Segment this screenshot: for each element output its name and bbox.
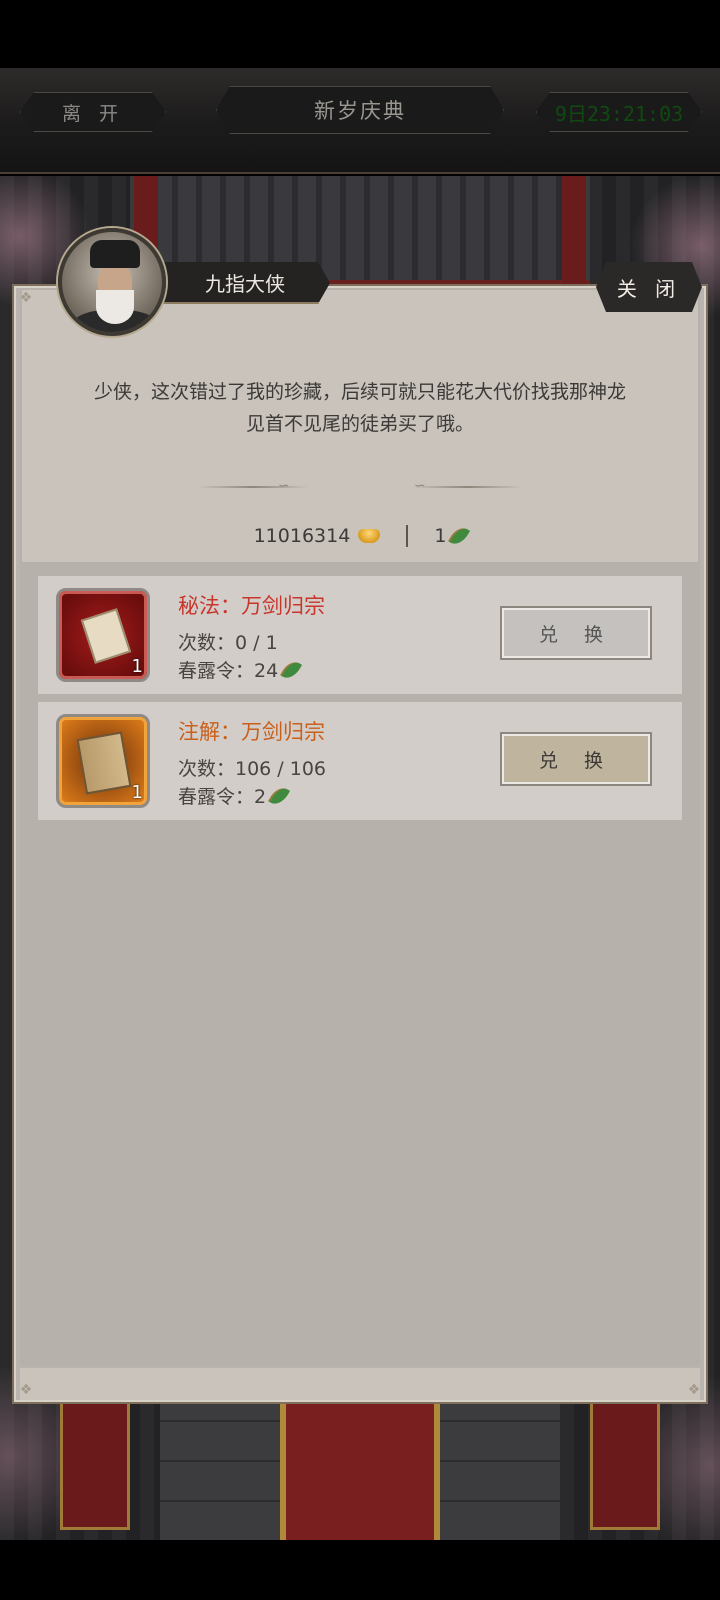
leaf-token-icon <box>280 657 303 682</box>
old-book-icon[interactable]: 1 <box>56 714 150 808</box>
navigation-bar-area <box>0 1540 720 1600</box>
pillar-decoration <box>562 176 586 286</box>
item-quantity: 1 <box>131 782 143 803</box>
dialog-line: 少侠，这次错过了我的珍藏，后续可就只能花大代价找我那神龙 <box>93 381 626 403</box>
item-cost: 春露令：2 <box>178 782 291 809</box>
dialog-line: 见首不见尾的徒弟买了哦。 <box>245 413 474 435</box>
leaf-token-icon <box>448 523 471 549</box>
panel-footer <box>20 1368 700 1400</box>
gold-amount: 11016314 <box>253 525 351 547</box>
divider-right <box>412 486 522 488</box>
door-decoration <box>60 1380 130 1530</box>
exchange-count: 次数：106 / 106 <box>178 758 327 780</box>
npc-portrait-avatar <box>58 228 166 336</box>
npc-name: 九指大侠 <box>160 262 330 304</box>
leaf-token-icon <box>268 783 291 808</box>
list-item: 1 注解：万剑归宗 次数：106 / 106 春露令：2 兑 换 <box>38 702 682 820</box>
floor-decoration <box>440 1380 560 1540</box>
exchange-button[interactable]: 兑 换 <box>500 732 652 786</box>
gold-ingot-icon <box>358 529 381 543</box>
corner-ornament-icon: ❖ <box>687 1382 701 1398</box>
cost-text: 春露令：24 <box>178 660 279 682</box>
item-quantity: 1 <box>131 656 143 677</box>
door-decoration <box>590 1380 660 1530</box>
close-button[interactable]: 关 闭 <box>596 262 702 312</box>
status-bar-area <box>0 0 720 68</box>
corner-ornament-icon: ❖ <box>19 290 33 306</box>
token-amount: 1 <box>434 525 447 547</box>
leave-button[interactable]: 离 开 <box>20 92 166 132</box>
countdown-timer: 9日23:21:03 <box>536 92 702 132</box>
carpet-decoration <box>280 1380 440 1540</box>
currency-separator <box>406 525 409 547</box>
item-cost: 春露令：24 <box>178 656 303 683</box>
exchange-button[interactable]: 兑 换 <box>500 606 652 660</box>
item-title: 秘法：万剑归宗 <box>178 594 325 618</box>
scroll-book-icon[interactable]: 1 <box>56 588 150 682</box>
item-title: 注解：万剑归宗 <box>178 720 325 744</box>
corner-ornament-icon: ❖ <box>19 1382 33 1398</box>
floor-decoration <box>160 1380 280 1540</box>
divider-left <box>198 486 308 488</box>
cost-text: 春露令：2 <box>178 786 267 808</box>
currency-bar: 11016314 1 <box>200 518 520 554</box>
exchange-count: 次数：0 / 1 <box>178 632 278 654</box>
npc-dialog: 少侠，这次错过了我的珍藏，后续可就只能花大代价找我那神龙 见首不见尾的徒弟买了哦… <box>40 376 680 440</box>
event-title: 新岁庆典 <box>216 86 504 134</box>
list-item: 1 秘法：万剑归宗 次数：0 / 1 春露令：24 兑 换 <box>38 576 682 694</box>
divider-ornament-icon: ∽ <box>278 478 290 494</box>
